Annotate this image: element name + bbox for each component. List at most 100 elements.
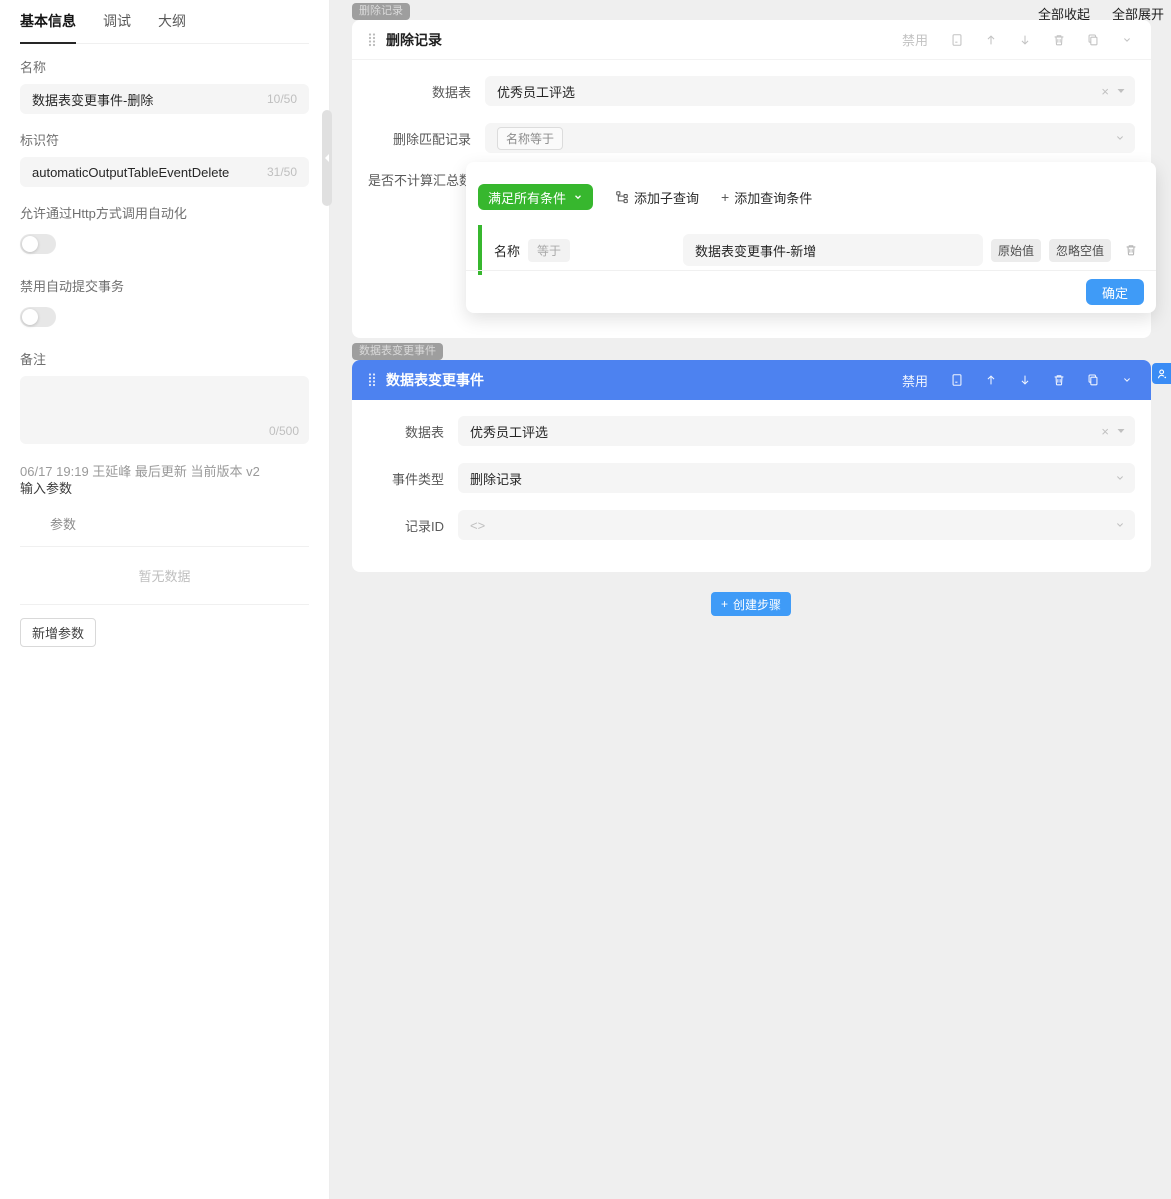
match-record-select[interactable]: 名称等于 xyxy=(485,123,1135,153)
datasheet-value: 优秀员工评选 xyxy=(497,82,575,101)
step2-title: 数据表变更事件 xyxy=(386,370,484,390)
condition-value: 数据表变更事件-新增 xyxy=(695,241,816,260)
condition-field-name[interactable]: 名称 xyxy=(494,241,520,260)
popover-toolbar: 满足所有条件 添加子查询 + 添加查询条件 xyxy=(466,162,1156,210)
add-subquery-button[interactable]: 添加子查询 xyxy=(615,188,699,207)
copy-icon[interactable] xyxy=(1085,372,1101,388)
tab-debug[interactable]: 调试 xyxy=(103,11,131,43)
doc-icon[interactable] xyxy=(949,372,965,388)
record-id-row: 记录ID <> xyxy=(368,510,1135,540)
select-icons xyxy=(1114,123,1126,153)
condition-operator-chip[interactable]: 等于 xyxy=(528,239,570,262)
collapse-chevron-icon[interactable] xyxy=(1119,372,1135,388)
person-icon xyxy=(1156,368,1168,380)
delete-icon[interactable] xyxy=(1051,372,1067,388)
move-down-icon[interactable] xyxy=(1017,372,1033,388)
condition-row: 名称 等于 数据表变更事件-新增 原始值 忽略空值 xyxy=(478,225,1138,275)
clear-icon[interactable]: × xyxy=(1101,424,1109,439)
disable-step-button[interactable]: 禁用 xyxy=(902,30,928,49)
dropdown-caret-icon[interactable] xyxy=(1116,86,1126,96)
match-record-row: 删除匹配记录 名称等于 xyxy=(368,123,1135,153)
remark-textarea[interactable]: 0/500 xyxy=(20,376,309,444)
datasheet-select[interactable]: 优秀员工评选 × xyxy=(458,416,1135,446)
move-up-icon[interactable] xyxy=(983,372,999,388)
move-down-icon[interactable] xyxy=(1017,32,1033,48)
add-condition-button[interactable]: + 添加查询条件 xyxy=(721,188,812,207)
confirm-button[interactable]: 确定 xyxy=(1086,279,1144,305)
http-toggle-label: 允许通过Http方式调用自动化 xyxy=(20,203,309,222)
chevron-down-icon[interactable] xyxy=(1114,472,1126,484)
name-input[interactable]: 数据表变更事件-删除 10/50 xyxy=(20,84,309,114)
clear-icon[interactable]: × xyxy=(1101,84,1109,99)
remark-label: 备注 xyxy=(20,349,309,368)
chevron-down-icon[interactable] xyxy=(1114,519,1126,531)
event-type-select[interactable]: 删除记录 xyxy=(458,463,1135,493)
step2-type-badge: 数据表变更事件 xyxy=(352,343,443,360)
name-value: 数据表变更事件-删除 xyxy=(32,90,153,109)
datasheet-label: 数据表 xyxy=(368,82,471,101)
select-icons: × xyxy=(1101,416,1126,446)
sidebar: 基本信息 调试 大纲 名称 数据表变更事件-删除 10/50 标识符 autom… xyxy=(0,0,330,1199)
step2-card: 数据表变更事件 禁用 数据表 优秀员工评选 × xyxy=(352,360,1151,572)
datasheet-value: 优秀员工评选 xyxy=(470,422,548,441)
add-subquery-label: 添加子查询 xyxy=(634,188,699,207)
step2-body: 数据表 优秀员工评选 × 事件类型 删除记录 xyxy=(352,400,1151,573)
popover-footer: 确定 xyxy=(466,270,1156,313)
tab-basic-info[interactable]: 基本信息 xyxy=(20,11,76,44)
collapse-arrow-icon xyxy=(324,154,330,162)
condition-value-input[interactable]: 数据表变更事件-新增 xyxy=(683,234,983,266)
identifier-input[interactable]: automaticOutputTableEventDelete 31/50 xyxy=(20,157,309,187)
chevron-down-icon[interactable] xyxy=(1114,132,1126,144)
plus-icon: + xyxy=(721,597,728,611)
drag-handle-icon[interactable] xyxy=(368,373,376,387)
add-condition-label: 添加查询条件 xyxy=(734,188,812,207)
step1-header: 删除记录 禁用 xyxy=(352,20,1151,60)
select-icons xyxy=(1114,463,1126,493)
remark-counter: 0/500 xyxy=(269,424,299,438)
raw-value-tag[interactable]: 原始值 xyxy=(991,239,1041,262)
copy-icon[interactable] xyxy=(1085,32,1101,48)
autocommit-toggle[interactable] xyxy=(20,307,56,327)
tab-outline[interactable]: 大纲 xyxy=(158,11,186,43)
select-icons xyxy=(1114,510,1126,540)
create-step-button[interactable]: + 创建步骤 xyxy=(711,592,791,616)
step1-title: 删除记录 xyxy=(386,30,442,50)
condition-mode-dropdown[interactable]: 满足所有条件 xyxy=(478,184,593,210)
collapse-chevron-icon[interactable] xyxy=(1119,32,1135,48)
identifier-label: 标识符 xyxy=(20,130,309,149)
delete-icon[interactable] xyxy=(1051,32,1067,48)
condition-mode-label: 满足所有条件 xyxy=(488,188,566,207)
move-up-icon[interactable] xyxy=(983,32,999,48)
doc-icon[interactable] xyxy=(949,32,965,48)
filter-condition-popover: 满足所有条件 添加子查询 + 添加查询条件 名称 等于 数据表变更事件-新增 原… xyxy=(466,162,1156,313)
last-updated-meta: 06/17 19:19 王延峰 最后更新 当前版本 v2 xyxy=(20,463,309,480)
datasheet-row: 数据表 优秀员工评选 × xyxy=(368,416,1135,446)
chevron-down-icon xyxy=(573,192,583,202)
sidebar-collapse-handle[interactable] xyxy=(322,110,332,206)
delete-condition-icon[interactable] xyxy=(1124,243,1138,257)
record-id-label: 记录ID xyxy=(368,516,444,535)
identifier-value: automaticOutputTableEventDelete xyxy=(32,165,229,180)
collaborator-button[interactable] xyxy=(1152,363,1171,384)
disable-step-button[interactable]: 禁用 xyxy=(902,371,928,390)
autocommit-toggle-label: 禁用自动提交事务 xyxy=(20,276,309,295)
event-type-value: 删除记录 xyxy=(470,469,522,488)
sidebar-tabs: 基本信息 调试 大纲 xyxy=(20,0,309,44)
event-type-row: 事件类型 删除记录 xyxy=(368,463,1135,493)
code-brackets-icon: <> xyxy=(470,518,485,533)
datasheet-label: 数据表 xyxy=(368,422,444,441)
drag-handle-icon[interactable] xyxy=(368,33,376,47)
record-id-select[interactable]: <> xyxy=(458,510,1135,540)
name-label: 名称 xyxy=(20,57,309,76)
add-param-button[interactable]: 新增参数 xyxy=(20,618,96,647)
ignore-empty-tag[interactable]: 忽略空值 xyxy=(1049,239,1111,262)
input-params-title: 输入参数 xyxy=(20,480,309,497)
http-toggle[interactable] xyxy=(20,234,56,254)
dropdown-caret-icon[interactable] xyxy=(1116,426,1126,436)
match-condition-chip[interactable]: 名称等于 xyxy=(497,127,563,150)
datasheet-select[interactable]: 优秀员工评选 × xyxy=(485,76,1135,106)
summary-label: 是否不计算汇总数 xyxy=(368,170,472,189)
step2-header: 数据表变更事件 禁用 xyxy=(352,360,1151,400)
match-record-label: 删除匹配记录 xyxy=(368,129,471,148)
step1-actions: 禁用 xyxy=(902,30,1135,49)
